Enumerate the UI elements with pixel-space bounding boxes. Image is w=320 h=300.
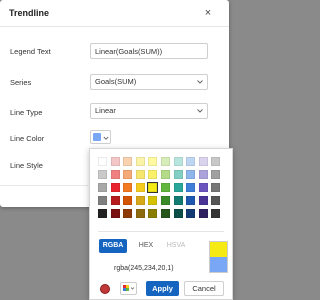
series-label: Series (10, 78, 32, 87)
series-dropdown-value: Goals(SUM) (95, 77, 137, 86)
color-swatch[interactable] (110, 209, 120, 218)
color-swatch[interactable] (135, 196, 145, 205)
color-swatch[interactable] (110, 170, 120, 179)
color-swatch[interactable] (161, 157, 170, 166)
eyedropper-icon[interactable] (100, 284, 110, 294)
legend-text-input[interactable] (90, 43, 208, 59)
color-swatch[interactable] (98, 209, 107, 218)
picker-divider (98, 231, 224, 232)
mode-tab-rgba[interactable]: RGBA (99, 239, 127, 253)
color-swatch[interactable] (173, 209, 183, 218)
color-picker-popup: RGBA HEX HSVA rgba(245,234,20,1) Apply C… (89, 148, 233, 300)
chevron-down-icon (196, 75, 204, 89)
chevron-down-icon (103, 134, 109, 143)
color-swatch[interactable] (135, 170, 145, 179)
color-swatch[interactable] (161, 183, 170, 192)
color-swatch[interactable] (123, 196, 133, 205)
line-color-label: Line Color (10, 134, 45, 143)
mode-tab-hex[interactable]: HEX (136, 239, 156, 253)
color-palette (98, 157, 222, 222)
color-swatch[interactable] (123, 170, 133, 179)
color-swatch[interactable] (211, 183, 221, 192)
color-swatch[interactable] (110, 196, 120, 205)
new-color-preview (210, 242, 227, 257)
color-swatch[interactable] (98, 157, 107, 166)
color-swatch[interactable] (148, 157, 158, 166)
current-color-swatch (93, 133, 101, 141)
color-swatch[interactable] (186, 209, 196, 218)
color-swatch[interactable] (110, 157, 120, 166)
palette-row (98, 196, 222, 209)
color-swatch[interactable] (186, 183, 196, 192)
color-swatch[interactable] (148, 209, 158, 218)
color-swatch[interactable] (123, 209, 133, 218)
color-swatch[interactable] (211, 157, 221, 166)
color-swatch[interactable] (123, 157, 133, 166)
color-swatch[interactable] (173, 157, 183, 166)
color-swatch[interactable] (161, 196, 170, 205)
palette-mode-toggle[interactable] (120, 282, 137, 295)
palette-row (98, 170, 222, 183)
color-swatch[interactable] (198, 209, 208, 218)
color-swatch[interactable] (148, 170, 158, 179)
cancel-button[interactable]: Cancel (184, 281, 224, 296)
apply-button[interactable]: Apply (146, 281, 179, 296)
color-swatch[interactable] (147, 182, 159, 193)
color-swatch[interactable] (198, 196, 208, 205)
color-swatch[interactable] (123, 183, 133, 192)
color-swatch[interactable] (173, 183, 183, 192)
dialog-header: Trendline × (0, 0, 229, 27)
palette-row (98, 182, 222, 196)
color-swatch[interactable] (173, 170, 183, 179)
color-swatch[interactable] (198, 157, 208, 166)
color-swatch[interactable] (110, 183, 120, 192)
color-swatch[interactable] (161, 209, 170, 218)
series-dropdown[interactable]: Goals(SUM) (90, 74, 208, 90)
color-swatch[interactable] (135, 157, 145, 166)
color-preview (209, 241, 228, 273)
color-swatch[interactable] (211, 209, 221, 218)
color-swatch[interactable] (173, 196, 183, 205)
line-type-dropdown[interactable]: Linear (90, 103, 208, 119)
color-swatch[interactable] (98, 196, 107, 205)
palette-row (98, 209, 222, 222)
color-swatch[interactable] (98, 183, 107, 192)
line-style-label: Line Style (10, 161, 43, 170)
previous-color-preview (210, 257, 227, 272)
legend-text-label: Legend Text (10, 47, 51, 56)
color-swatch[interactable] (186, 157, 196, 166)
color-swatch[interactable] (161, 170, 170, 179)
line-type-label: Line Type (10, 108, 43, 117)
line-color-picker-button[interactable] (90, 130, 111, 144)
color-value-input[interactable]: rgba(245,234,20,1) (114, 265, 174, 272)
color-swatch[interactable] (98, 170, 107, 179)
dialog-title: Trendline (9, 8, 50, 18)
color-swatch[interactable] (211, 170, 221, 179)
color-swatch[interactable] (211, 196, 221, 205)
close-icon[interactable]: × (201, 6, 215, 20)
color-swatch[interactable] (135, 209, 145, 218)
mode-tab-hsva[interactable]: HSVA (164, 239, 188, 253)
color-swatch[interactable] (198, 170, 208, 179)
chevron-down-icon (196, 104, 204, 118)
line-type-dropdown-value: Linear (95, 106, 116, 115)
color-swatch[interactable] (135, 183, 145, 192)
color-swatch[interactable] (186, 170, 196, 179)
color-swatch[interactable] (186, 196, 196, 205)
color-swatch[interactable] (198, 183, 208, 192)
palette-grid-icon (123, 285, 135, 291)
color-swatch[interactable] (148, 196, 158, 205)
dialog-divider (0, 185, 88, 186)
palette-row (98, 157, 222, 170)
